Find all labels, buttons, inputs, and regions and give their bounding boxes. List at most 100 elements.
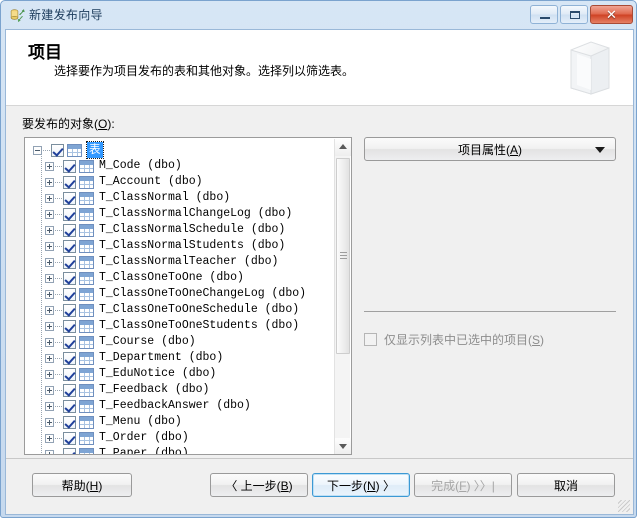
- expand-toggle-icon[interactable]: [45, 433, 54, 443]
- expand-toggle-icon[interactable]: [45, 273, 54, 283]
- tree-item[interactable]: T_ClassNormalTeacher (dbo): [25, 254, 335, 270]
- tree-item[interactable]: T_Department (dbo): [25, 350, 335, 366]
- tree-item[interactable]: T_ClassNormalChangeLog (dbo): [25, 206, 335, 222]
- back-button[interactable]: 〈 上一步(B): [210, 473, 308, 497]
- tree-guide-dots: [43, 149, 50, 151]
- show-selected-only-checkbox[interactable]: [364, 333, 377, 346]
- tree-item-checkbox[interactable]: [63, 271, 76, 285]
- collapse-toggle-icon[interactable]: [33, 145, 42, 155]
- expand-toggle-icon[interactable]: [45, 417, 54, 427]
- expand-toggle-icon[interactable]: [45, 289, 54, 299]
- expand-toggle-icon[interactable]: [45, 257, 54, 267]
- tree-root-label: 表: [86, 141, 104, 159]
- expand-toggle-icon[interactable]: [45, 225, 54, 235]
- next-button[interactable]: 下一步(N) 〉: [312, 473, 410, 497]
- article-properties-button[interactable]: 项目属性(A): [364, 137, 616, 161]
- tree-item[interactable]: T_Course (dbo): [25, 334, 335, 350]
- maximize-icon: [570, 11, 580, 19]
- tree-item[interactable]: T_ClassOneToOne (dbo): [25, 270, 335, 286]
- table-icon: [79, 191, 94, 205]
- tree-item-checkbox[interactable]: [63, 447, 76, 454]
- tree-root-node[interactable]: 表: [25, 141, 335, 159]
- tree-item-checkbox[interactable]: [63, 303, 76, 317]
- expand-toggle-icon[interactable]: [45, 193, 54, 203]
- tree-item-checkbox[interactable]: [63, 399, 76, 413]
- article-properties-label: 项目属性(A): [457, 142, 523, 157]
- scroll-down-arrow-icon[interactable]: [335, 438, 351, 454]
- tree-item-checkbox[interactable]: [63, 351, 76, 365]
- tree-item[interactable]: T_Feedback (dbo): [25, 382, 335, 398]
- scroll-up-arrow-icon[interactable]: [335, 139, 351, 156]
- tree-guide-dots: [55, 421, 62, 423]
- tree-item[interactable]: T_Paper (dbo): [25, 446, 335, 454]
- tree-item[interactable]: T_ClassOneToOneSchedule (dbo): [25, 302, 335, 318]
- tree-item[interactable]: T_ClassOneToOneStudents (dbo): [25, 318, 335, 334]
- tree-item-checkbox[interactable]: [63, 255, 76, 269]
- table-icon: [79, 287, 94, 301]
- tree-item[interactable]: T_EduNotice (dbo): [25, 366, 335, 382]
- tree-guide-dots: [55, 277, 62, 279]
- table-icon: [79, 399, 94, 413]
- tree-item-checkbox[interactable]: [63, 415, 76, 429]
- tree-item-checkbox[interactable]: [63, 367, 76, 381]
- minimize-icon: [540, 17, 550, 19]
- tree-vertical-scrollbar[interactable]: [334, 139, 351, 454]
- tree-item[interactable]: T_ClassNormalStudents (dbo): [25, 238, 335, 254]
- expand-toggle-icon[interactable]: [45, 305, 54, 315]
- cancel-button[interactable]: 取消: [517, 473, 615, 497]
- tree-item-label: T_ClassNormalChangeLog (dbo): [99, 207, 293, 220]
- table-icon: [79, 415, 94, 429]
- expand-toggle-icon[interactable]: [45, 401, 54, 411]
- tree-item-label: T_ClassNormalTeacher (dbo): [99, 255, 279, 268]
- tree-guide-dots: [55, 405, 62, 407]
- tree-guide-dots: [55, 437, 62, 439]
- tree-item-checkbox[interactable]: [63, 159, 76, 173]
- tree-item-checkbox[interactable]: [63, 319, 76, 333]
- expand-toggle-icon[interactable]: [45, 161, 54, 171]
- tree-item[interactable]: T_Account (dbo): [25, 174, 335, 190]
- tree-item-checkbox[interactable]: [63, 207, 76, 221]
- resize-grip-icon[interactable]: [618, 500, 630, 512]
- tree-guide-dots: [55, 197, 62, 199]
- tree-item-checkbox[interactable]: [63, 239, 76, 253]
- help-button[interactable]: 帮助(H): [32, 473, 132, 497]
- tree-item[interactable]: T_ClassNormalSchedule (dbo): [25, 222, 335, 238]
- show-selected-only-row[interactable]: 仅显示列表中已选中的项目(S): [364, 331, 544, 348]
- tree-item[interactable]: M_Code (dbo): [25, 158, 335, 174]
- tree-item-checkbox[interactable]: [63, 287, 76, 301]
- tree-root-checkbox[interactable]: [51, 143, 64, 157]
- table-icon: [79, 303, 94, 317]
- expand-toggle-icon[interactable]: [45, 321, 54, 331]
- maximize-button[interactable]: [560, 5, 588, 24]
- title-bar[interactable]: 新建发布向导 ✕: [1, 1, 637, 29]
- tree-item-checkbox[interactable]: [63, 335, 76, 349]
- table-icon: [79, 207, 94, 221]
- tree-item[interactable]: T_FeedbackAnswer (dbo): [25, 398, 335, 414]
- tree-item-checkbox[interactable]: [63, 175, 76, 189]
- expand-toggle-icon[interactable]: [45, 353, 54, 363]
- close-button[interactable]: ✕: [590, 5, 633, 24]
- tree-item-checkbox[interactable]: [63, 383, 76, 397]
- tree-item-checkbox[interactable]: [63, 431, 76, 445]
- scrollbar-thumb[interactable]: [336, 158, 350, 354]
- expand-toggle-icon[interactable]: [45, 449, 54, 454]
- expand-toggle-icon[interactable]: [45, 385, 54, 395]
- expand-toggle-icon[interactable]: [45, 241, 54, 251]
- tree-item-checkbox[interactable]: [63, 223, 76, 237]
- tree-item[interactable]: T_Order (dbo): [25, 430, 335, 446]
- tree-item[interactable]: T_ClassNormal (dbo): [25, 190, 335, 206]
- tree-guide-dots: [55, 261, 62, 263]
- tree-item[interactable]: T_ClassOneToOneChangeLog (dbo): [25, 286, 335, 302]
- expand-toggle-icon[interactable]: [45, 177, 54, 187]
- minimize-button[interactable]: [530, 5, 558, 24]
- page-header: 项目 选择要作为项目发布的表和其他对象。选择列以筛选表。: [6, 30, 633, 106]
- expand-toggle-icon[interactable]: [45, 209, 54, 219]
- tree-item-checkbox[interactable]: [63, 191, 76, 205]
- objects-tree-panel[interactable]: 表 M_Code (dbo) T_Account (dbo) T_ClassNorm…: [24, 137, 352, 455]
- expand-toggle-icon[interactable]: [45, 369, 54, 379]
- tree-item[interactable]: T_Menu (dbo): [25, 414, 335, 430]
- tree-guide-dots: [55, 309, 62, 311]
- expand-toggle-icon[interactable]: [45, 337, 54, 347]
- table-icon: [79, 223, 94, 237]
- tree-guide-dots: [55, 325, 62, 327]
